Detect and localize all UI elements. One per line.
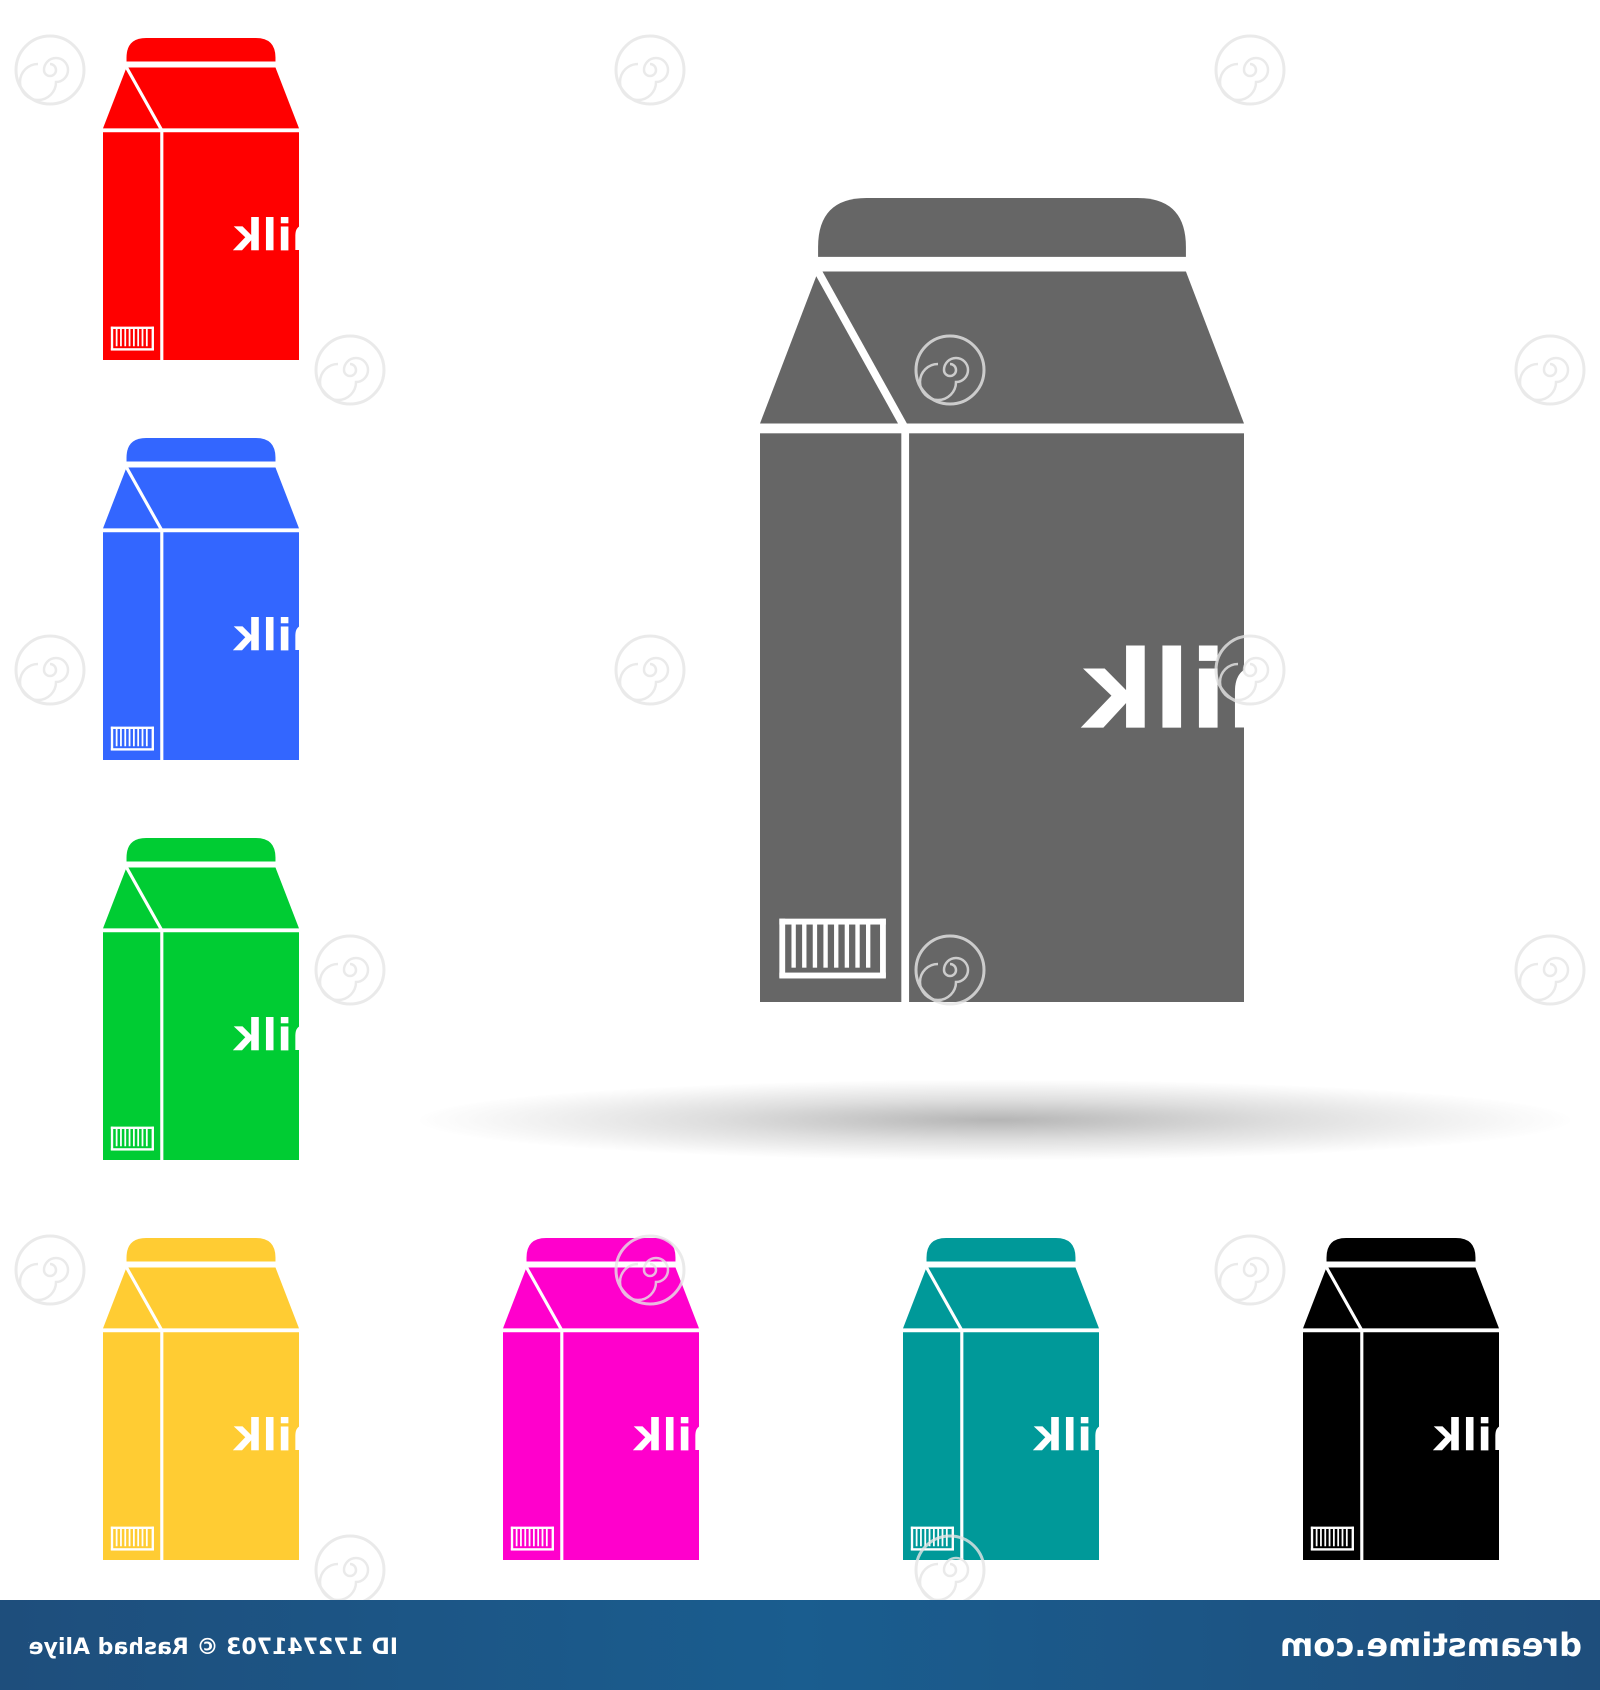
milk-carton-large-gray: milk — [760, 198, 1244, 1002]
milk-carton-yellow: milk — [103, 1238, 299, 1560]
footer-brand: dreamstime.com — [1282, 1622, 1582, 1668]
milk-carton-teal: milk — [903, 1238, 1099, 1560]
milk-carton-black: milk — [1303, 1238, 1499, 1560]
carton-cap — [526, 1238, 676, 1262]
footer-credit: ID 172741703 © Rashad Aliyev — [28, 1622, 398, 1668]
milk-carton-icon: milk — [103, 1238, 299, 1560]
spiral-watermark-icon — [1214, 34, 1286, 106]
carton-cap — [126, 438, 276, 462]
milk-label: milk — [232, 1411, 299, 1461]
spiral-watermark-icon — [314, 934, 386, 1006]
milk-carton-red: milk — [103, 38, 299, 360]
footer-brand-text: dreamstime.com — [1282, 1626, 1582, 1664]
spiral-watermark-icon — [614, 634, 686, 706]
milk-carton-icon: milk — [760, 198, 1244, 1002]
milk-label: milk — [632, 1411, 699, 1461]
milk-label: milk — [232, 611, 299, 661]
spiral-watermark-icon — [14, 1234, 86, 1306]
spiral-watermark-icon — [614, 34, 686, 106]
milk-carton-magenta: milk — [503, 1238, 699, 1560]
carton-cap — [818, 198, 1186, 257]
carton-cap — [1326, 1238, 1476, 1262]
milk-carton-icon: milk — [903, 1238, 1099, 1560]
footer-credit-text: ID 172741703 © Rashad Aliyev — [28, 1635, 398, 1660]
carton-cap — [926, 1238, 1076, 1262]
milk-carton-blue: milk — [103, 438, 299, 760]
milk-carton-icon: milk — [503, 1238, 699, 1560]
carton-cap — [126, 1238, 276, 1262]
milk-label: milk — [1080, 629, 1244, 754]
spiral-watermark-icon — [14, 34, 86, 106]
carton-cap — [126, 38, 276, 62]
milk-label: milk — [232, 211, 299, 261]
milk-label: milk — [232, 1011, 299, 1061]
milk-carton-icon: milk — [103, 838, 299, 1160]
spiral-watermark-icon — [1514, 934, 1586, 1006]
footer-bar: ID 172741703 © Rashad Aliyev dreamstime.… — [0, 1600, 1600, 1690]
drop-shadow — [420, 1080, 1570, 1160]
spiral-watermark-icon — [314, 334, 386, 406]
spiral-watermark-icon — [1514, 334, 1586, 406]
milk-label: milk — [1432, 1411, 1499, 1461]
milk-carton-icon: milk — [1303, 1238, 1499, 1560]
spiral-watermark-icon — [14, 634, 86, 706]
milk-carton-green: milk — [103, 838, 299, 1160]
milk-carton-icon: milk — [103, 438, 299, 760]
milk-carton-icon: milk — [103, 38, 299, 360]
spiral-watermark-icon — [314, 1534, 386, 1600]
canvas: milk milk milk milk milk milk milk milk … — [0, 0, 1600, 1690]
milk-label: milk — [1032, 1411, 1099, 1461]
carton-cap — [126, 838, 276, 862]
spiral-watermark-icon — [1214, 1234, 1286, 1306]
